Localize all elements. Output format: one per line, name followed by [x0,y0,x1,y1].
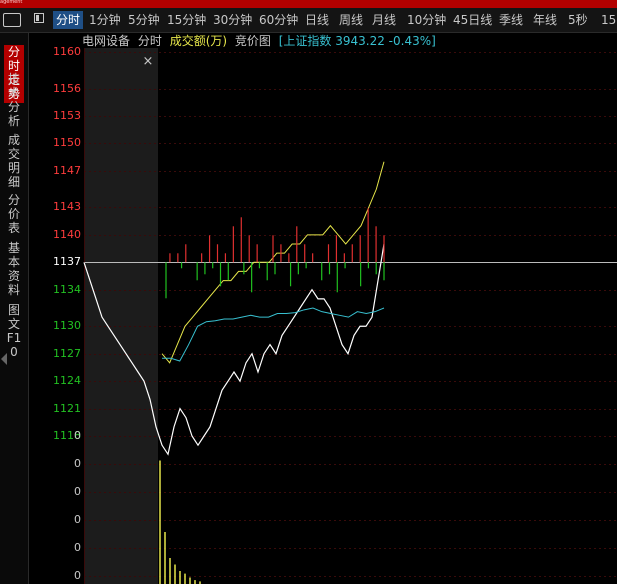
index-line [162,307,385,362]
intraday-chart[interactable]: × [0,0,617,584]
auction-area [84,48,158,584]
close-auction-icon[interactable]: × [143,54,154,69]
